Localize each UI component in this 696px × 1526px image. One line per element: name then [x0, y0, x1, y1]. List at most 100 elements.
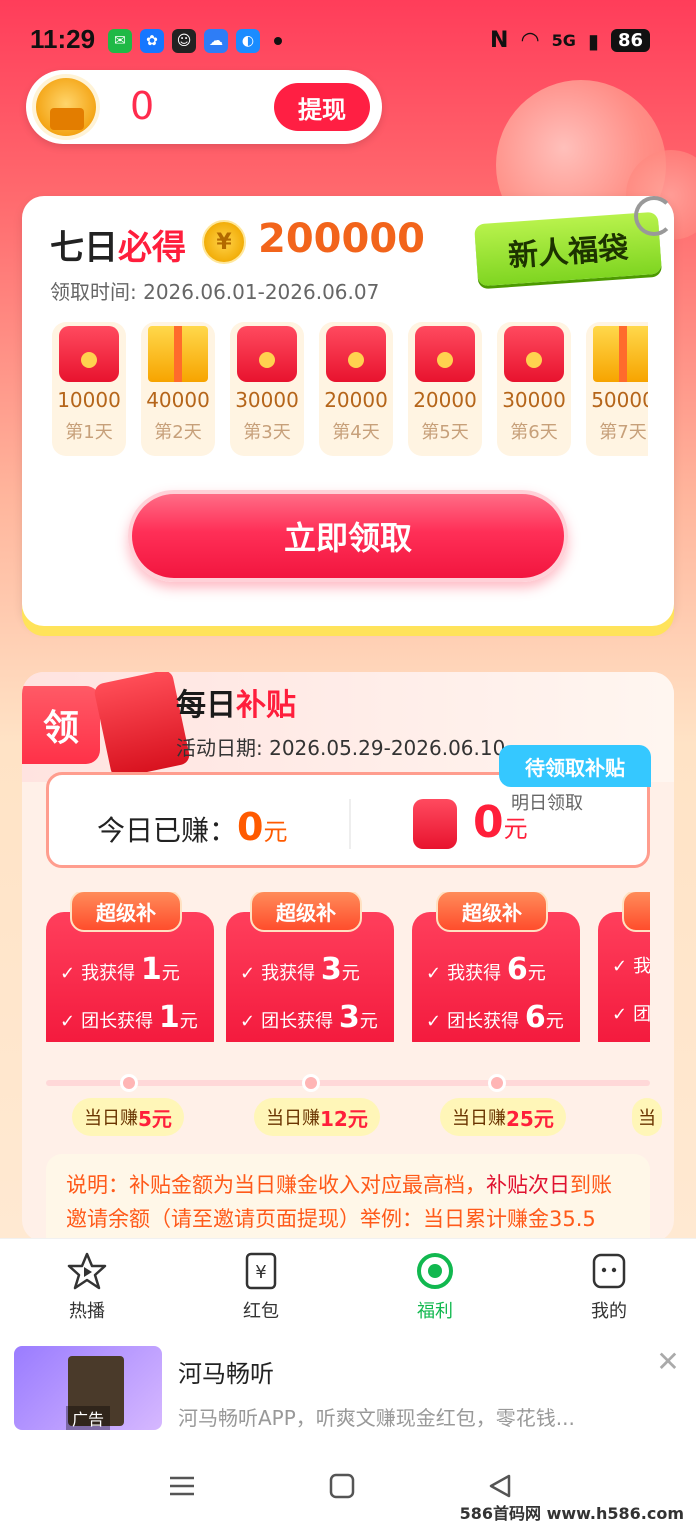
day-earn-label: 当日赚: [266, 1108, 320, 1129]
tier-my-reward: ✓ 我获得 3元: [240, 952, 360, 987]
claim-now-button[interactable]: 立即领取: [128, 490, 568, 582]
day-reward-amount: 30000: [502, 388, 566, 412]
tier-leader-label: 团长获得: [261, 1011, 334, 1032]
day-earn-pill: 当日赚 12元: [254, 1098, 380, 1136]
tag-hook-icon: [634, 196, 674, 236]
watermark: 586首码网 www.h586.com: [459, 1504, 684, 1523]
back-icon[interactable]: [484, 1470, 516, 1502]
system-navigation-bar: 586首码网 www.h586.com: [0, 1444, 696, 1526]
tier-leader-value: 3: [338, 1000, 360, 1035]
day-reward-item[interactable]: 30000 第3天: [230, 322, 304, 456]
day-earn-label: 当日赚: [84, 1108, 138, 1129]
welfare-circle-icon: [415, 1251, 455, 1291]
pending-subsidy-value: 0: [473, 797, 504, 848]
seven-day-title-highlight: 必得: [118, 228, 186, 268]
seven-day-period: 领取时间: 2026.06.01-2026.06.07: [50, 280, 380, 304]
tier-leader-reward: ✓ 团长获得 6元: [426, 1000, 564, 1035]
day-reward-label: 第1天: [65, 422, 113, 443]
red-envelope-icon: [504, 326, 564, 382]
check-icon: ✓: [612, 1004, 628, 1025]
super-subsidy-badge: 超级补: [436, 892, 548, 932]
day-reward-amount: 50000: [591, 388, 648, 412]
pending-subsidy-unit: 元: [503, 815, 528, 843]
subsidy-tier-card[interactable]: 超级补 ✓ 我获得 6元 ✓ 团长获得 6元: [412, 892, 580, 1042]
battery-indicator: 86: [610, 29, 650, 52]
gift-box-icon: [148, 326, 208, 382]
note-prefix: 说明：补贴金额为当日赚金收入对应最高档，: [66, 1173, 486, 1197]
day-reward-item[interactable]: 30000 第6天: [497, 322, 571, 456]
super-subsidy-badge: 超级补: [70, 892, 182, 932]
progress-dot: [302, 1074, 320, 1092]
signal-label: 5G: [551, 31, 576, 50]
tier-my-label: 我获得: [261, 963, 316, 984]
tier-unit: 元: [161, 963, 180, 984]
seven-day-title-prefix: 七日: [50, 228, 118, 268]
status-app-icons: ✉ ✿ ☺ ☁ ◐: [108, 29, 282, 53]
tier-unit: 元: [545, 1011, 564, 1032]
day-reward-item[interactable]: 40000 第2天: [141, 322, 215, 456]
nav-item-mine[interactable]: 我的: [522, 1239, 696, 1334]
day-reward-item[interactable]: 20000 第5天: [408, 322, 482, 456]
seven-day-card: 七日必得 ¥ 200000 领取时间: 2026.06.01-2026.06.0…: [22, 196, 674, 626]
nav-item-hot[interactable]: 热播: [0, 1239, 174, 1334]
seven-day-title: 七日必得: [50, 220, 186, 269]
more-notifications-dot: [274, 37, 282, 45]
day-reward-item[interactable]: 50000 第7天: [586, 322, 648, 456]
check-icon: ✓: [240, 963, 256, 984]
menu-icon[interactable]: [166, 1470, 198, 1502]
claim-badge: 领: [22, 686, 100, 764]
check-icon: ✓: [240, 1011, 256, 1032]
ad-tag: 广告: [66, 1406, 111, 1430]
nav-item-redpacket[interactable]: ¥ 红包: [174, 1239, 348, 1334]
yuan-coin-icon: ¥: [202, 220, 246, 264]
tier-my-reward: ✓ 我: [612, 952, 650, 978]
withdraw-button[interactable]: 提现: [274, 83, 370, 131]
daily-title: 每日补贴: [176, 680, 296, 724]
tier-my-reward: ✓ 我获得 1元: [60, 952, 180, 987]
day-reward-amount: 20000: [413, 388, 477, 412]
summary-divider: [349, 799, 351, 849]
status-bar: 11:29 ✉ ✿ ☺ ☁ ◐ N ◠ 5G ▮ 86: [0, 0, 696, 80]
day-reward-amount: 10000: [57, 388, 121, 412]
today-earned-unit: 元: [263, 818, 288, 846]
daily-subsidy-card: 领 每日补贴 活动日期: 2026.05.29-2026.06.10 今日已赚：…: [22, 672, 674, 1242]
check-icon: ✓: [612, 956, 628, 977]
day-reward-item[interactable]: 20000 第4天: [319, 322, 393, 456]
cloud-icon: ☁: [204, 29, 228, 53]
ad-banner[interactable]: 广告 河马畅听 河马畅听APP，听爽文赚现金红包，零花钱... ✕: [0, 1334, 696, 1444]
wechat-icon: ✉: [108, 29, 132, 53]
super-subsidy-badge: 超: [622, 892, 650, 932]
subsidy-tier-card[interactable]: 超 ✓我 ✓团: [598, 892, 650, 1042]
daily-title-highlight: 补贴: [236, 688, 296, 723]
tier-my-label: 我获得: [447, 963, 502, 984]
check-icon: ✓: [426, 1011, 442, 1032]
wifi-icon: ◠: [520, 28, 540, 53]
ad-image: 广告: [14, 1346, 162, 1430]
subsidy-tier-card[interactable]: 超级补 ✓ 我获得 1元 ✓ 团长获得 1元: [46, 892, 214, 1042]
signal-icon: ▮: [587, 28, 599, 53]
day-earn-label: 当: [638, 1108, 656, 1129]
close-icon[interactable]: ✕: [654, 1348, 682, 1376]
profile-face-icon: [589, 1251, 629, 1291]
tier-unit: 元: [341, 963, 360, 984]
daily-period: 活动日期: 2026.05.29-2026.06.10: [176, 736, 506, 760]
app-icon: ✿: [140, 29, 164, 53]
day-reward-label: 第6天: [510, 422, 558, 443]
day-reward-item[interactable]: 10000 第1天: [52, 322, 126, 456]
status-right: N ◠ 5G ▮ 86: [490, 28, 650, 53]
nav-label: 福利: [417, 1301, 453, 1322]
note-strong: 补贴次日: [486, 1173, 570, 1197]
home-icon[interactable]: [326, 1470, 358, 1502]
tier-my-value: 3: [320, 952, 342, 987]
red-envelope-icon: [237, 326, 297, 382]
today-earned-label: 今日已赚：: [97, 814, 238, 847]
day-earn-value: 12元: [320, 1106, 368, 1131]
subsidy-tier-card[interactable]: 超级补 ✓ 我获得 3元 ✓ 团长获得 3元: [226, 892, 394, 1042]
daily-title-prefix: 每日: [176, 688, 236, 723]
day-reward-label: 第3天: [243, 422, 291, 443]
pending-subsidy-tag: 待领取补贴: [499, 745, 651, 787]
nav-item-welfare[interactable]: 福利: [348, 1239, 522, 1334]
day-earn-value: 5元: [138, 1106, 172, 1131]
nfc-icon: N: [490, 28, 509, 53]
ad-description: 河马畅听APP，听爽文赚现金红包，零花钱...: [178, 1406, 575, 1430]
